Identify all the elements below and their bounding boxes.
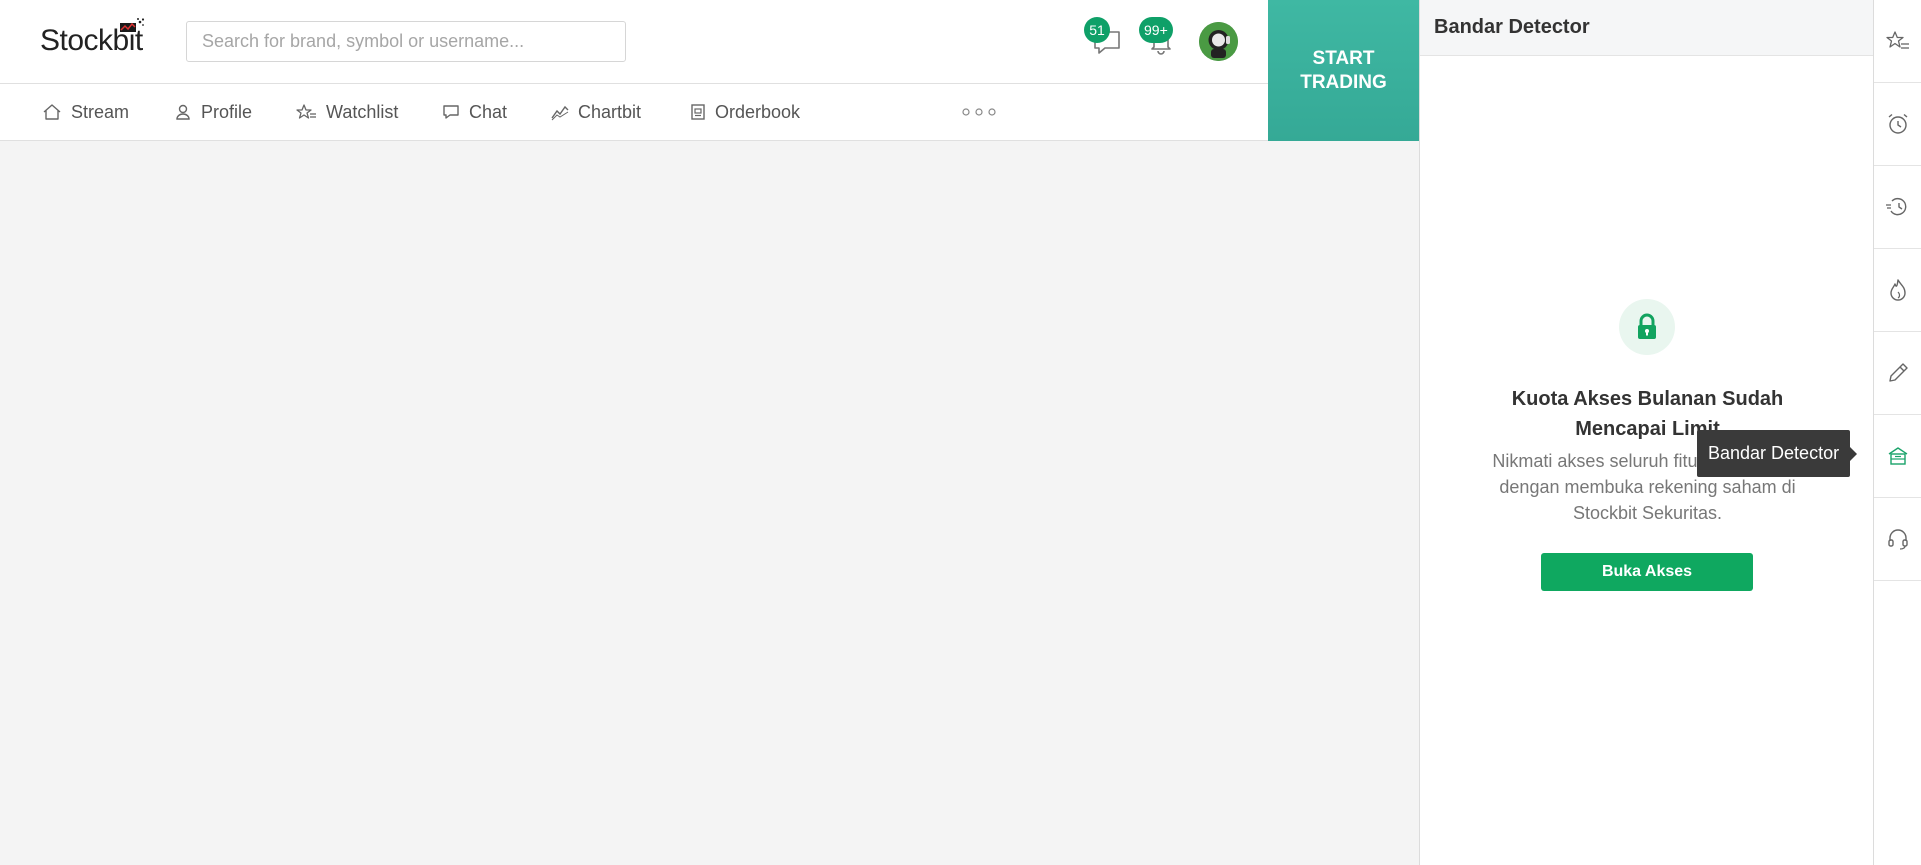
user-icon — [176, 104, 190, 120]
more-dots-icon[interactable] — [961, 106, 997, 118]
start-trading-button[interactable]: START TRADING — [1268, 0, 1419, 141]
right-icon-rail — [1874, 0, 1921, 865]
alarm-icon — [1888, 113, 1907, 134]
star-list-icon — [296, 104, 316, 119]
bandar-detector-tooltip: Bandar Detector — [1697, 430, 1858, 477]
nav-item-profile[interactable]: Profile — [174, 84, 252, 140]
nav-label: Orderbook — [715, 101, 801, 122]
panel-title: Bandar Detector — [1420, 0, 1873, 56]
logo-mark-icon — [120, 18, 145, 32]
nav-item-watchlist[interactable]: Watchlist — [296, 84, 398, 140]
nav-item-stream[interactable]: Stream — [42, 84, 129, 140]
chat-icon — [443, 105, 459, 119]
bandar-detector-icon — [1888, 447, 1907, 465]
nav-label: Chartbit — [578, 101, 642, 122]
nav-label: Chat — [469, 101, 508, 122]
pencil-icon — [1888, 363, 1908, 382]
fire-icon — [1889, 279, 1906, 301]
nav-label: Profile — [201, 101, 253, 122]
main-nav: Stream Profile Watchlist Chat Chartbit O… — [0, 84, 1268, 141]
main-content-area — [0, 141, 1419, 865]
rail-item-bandar-detector[interactable] — [1874, 415, 1921, 498]
nav-item-chat[interactable]: Chat — [442, 84, 507, 140]
watchlist-rail-icon — [1885, 31, 1909, 49]
avatar[interactable] — [1199, 22, 1238, 61]
search-input[interactable] — [186, 21, 626, 62]
orderbook-icon — [691, 104, 705, 120]
nav-label: Watchlist — [326, 101, 399, 122]
chart-line-icon — [551, 105, 569, 121]
rail-item-support[interactable] — [1874, 498, 1921, 581]
rail-item-notes[interactable] — [1874, 332, 1921, 415]
messages-badge: 51 — [1084, 17, 1110, 43]
home-icon — [43, 104, 61, 120]
rail-item-alarm[interactable] — [1874, 83, 1921, 166]
top-header: Stockbit 51 99+ — [0, 0, 1268, 84]
open-access-button[interactable]: Buka Akses — [1541, 553, 1753, 591]
lock-badge — [1619, 299, 1675, 355]
rail-item-watchlist[interactable] — [1874, 0, 1921, 83]
nav-item-chartbit[interactable]: Chartbit — [551, 84, 641, 140]
start-trading-label: START TRADING — [1300, 47, 1387, 93]
rail-item-history[interactable] — [1874, 166, 1921, 249]
rail-item-trending[interactable] — [1874, 249, 1921, 332]
notifications-badge: 99+ — [1139, 17, 1173, 43]
nav-item-orderbook[interactable]: Orderbook — [690, 84, 800, 140]
history-icon — [1885, 197, 1906, 216]
lock-icon — [1638, 313, 1656, 339]
headset-icon — [1887, 529, 1908, 550]
nav-label: Stream — [71, 101, 130, 122]
astronaut-avatar-icon — [1199, 22, 1238, 61]
